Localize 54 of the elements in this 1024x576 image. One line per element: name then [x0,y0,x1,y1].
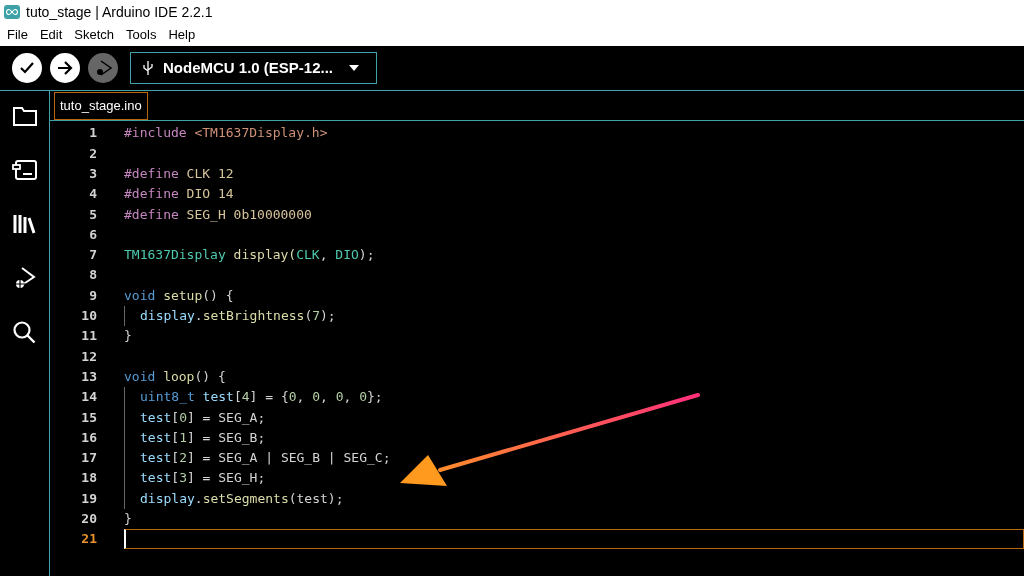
line-number: 16 [80,428,97,447]
menu-item[interactable]: Edit [39,25,63,45]
code-line: #define DIO 14 [124,185,234,204]
line-number: 1 [88,124,97,143]
usb-icon [143,60,153,76]
line-number: 13 [80,367,97,386]
code-line: #define CLK 12 [124,165,234,183]
upload-button[interactable] [50,53,80,83]
code-line: test[2] = SEG_A | SEG_B | SEG_C; [140,449,391,468]
code-line: void setup() { [124,286,234,305]
code-line: display.setSegments(test); [140,489,344,508]
line-number: 15 [80,408,97,427]
line-number: 21 [80,530,97,549]
line-number: 14 [80,388,97,407]
line-number: 18 [80,469,97,488]
line-number: 9 [88,286,97,305]
code-line: uint8_t test[4] = {0, 0, 0, 0}; [140,388,383,407]
line-number: 12 [80,347,97,366]
line-number: 17 [80,449,97,468]
line-number: 19 [80,489,97,508]
search-icon[interactable] [11,319,38,345]
menu-item[interactable]: Help [168,25,196,45]
line-number: 8 [88,266,97,285]
arrow-right-icon [56,60,74,76]
board-icon[interactable] [11,157,38,183]
window-title: tuto_stage | Arduino IDE 2.2.1 [26,2,213,22]
board-selector[interactable]: NodeMCU 1.0 (ESP-12... [130,52,377,84]
code-line: TM1637Display display(CLK, DIO); [124,246,375,265]
code-line: test[3] = SEG_H; [140,469,266,488]
line-number: 11 [80,327,97,346]
line-number: 7 [88,246,97,265]
menu-item[interactable]: Sketch [74,25,115,45]
file-tab[interactable]: tuto_stage.ino [54,92,148,120]
menu-item[interactable]: File [7,25,28,45]
checkmark-icon [19,61,35,75]
line-number: 6 [88,225,97,244]
line-number: 10 [80,307,97,326]
code-line: void loop() { [124,367,226,386]
line-number: 4 [88,185,97,204]
line-number: 2 [88,144,97,163]
code-line: } [124,327,132,346]
app-logo-icon [4,5,20,19]
code-line: display.setBrightness(7); [140,307,336,326]
line-number: 5 [88,205,97,224]
line-number: 20 [80,510,97,529]
code-line: } [124,510,132,529]
caret-icon [349,65,360,71]
menu-item[interactable]: Tools [126,25,157,45]
code-line: #define SEG_H 0b10000000 [124,205,312,224]
code-line: test[1] = SEG_B; [140,428,266,447]
code-line: test[0] = SEG_A; [140,408,266,427]
code-line: #include <TM1637Display.h> [124,124,328,143]
verify-button[interactable] [12,53,42,83]
line-number: 3 [88,165,97,183]
